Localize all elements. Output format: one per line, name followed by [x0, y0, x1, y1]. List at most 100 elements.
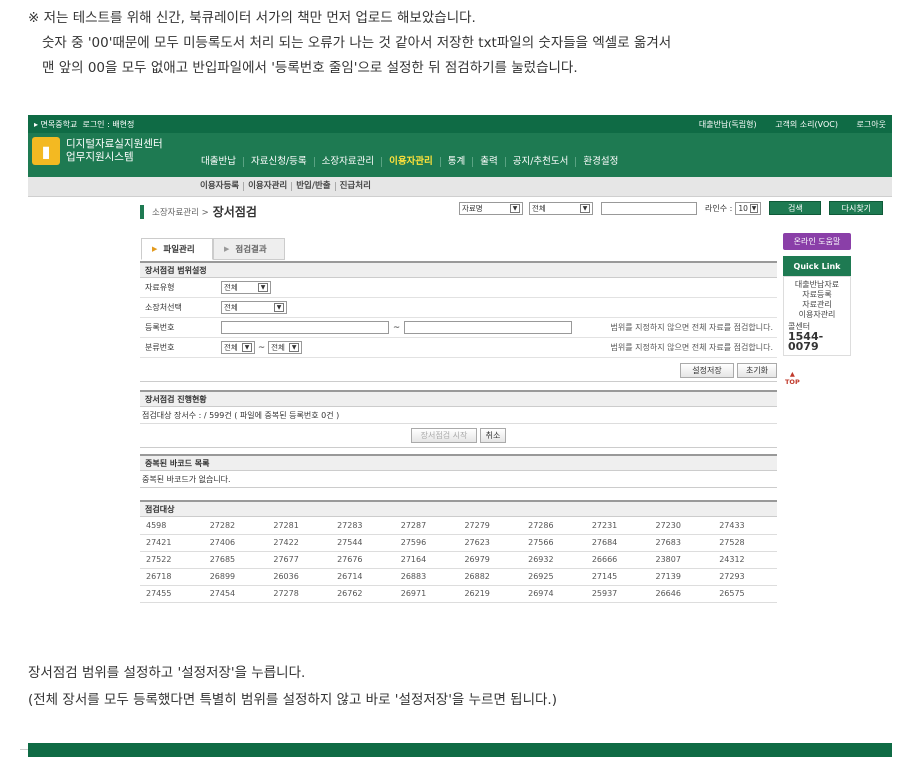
table-cell: 27596	[394, 534, 459, 552]
link-logout[interactable]: 로그아웃	[857, 120, 886, 129]
class-from-select[interactable]: 전체 ▼	[221, 341, 255, 354]
table-cell: 27279	[458, 517, 523, 535]
table-cell: 27164	[394, 551, 459, 569]
subnav-user-register[interactable]: 이용자등록	[196, 182, 245, 191]
post-instructions: 장서점검 범위를 설정하고 '설정저장'을 누릅니다. (전체 장서를 모두 등…	[28, 660, 888, 714]
sub-nav: 이용자등록 이용자관리 반입/반출 진급처리	[28, 177, 892, 197]
quick-link-users[interactable]: 이용자관리	[784, 310, 850, 320]
nav-notice[interactable]: 공지/추천도서	[506, 157, 577, 167]
table-cell: 26974	[522, 585, 586, 603]
table-cell: 27433	[713, 517, 777, 535]
search-field-select[interactable]: 자료명 ▼	[459, 201, 523, 215]
table-cell: 27544	[331, 534, 395, 552]
research-button[interactable]: 다시찾기	[829, 201, 884, 215]
book-logo-icon: ▮	[32, 137, 60, 165]
table-row: 27522 27685 27677 27676 27164 26979 26932 26666…	[140, 551, 777, 569]
class-to-select[interactable]: 전체 ▼	[268, 341, 303, 354]
search-input[interactable]	[601, 201, 697, 215]
table-cell: 27421	[140, 534, 204, 552]
nav-users[interactable]: 이용자관리	[382, 157, 441, 167]
school-name: ▸ 면목중학교	[34, 119, 78, 129]
nav-request[interactable]: 자료신청/등록	[244, 157, 315, 167]
arrow-right-icon: ▶	[152, 245, 158, 253]
subnav-user-manage[interactable]: 이용자관리	[244, 182, 293, 191]
reg-number-to[interactable]	[404, 321, 573, 334]
tab-check-result[interactable]: ▶ 점검결과	[213, 238, 285, 260]
table-cell: 26925	[522, 568, 586, 586]
call-center-number: 1544-0079	[788, 330, 824, 353]
table-cell: 26219	[458, 585, 523, 603]
table-cell: 26899	[203, 568, 268, 586]
search-button[interactable]: 검색	[769, 201, 822, 215]
table-cell: 4598	[140, 517, 204, 535]
post-bottom-line-1: 장서점검 범위를 설정하고 '설정저장'을 누릅니다.	[28, 665, 306, 681]
table-cell: 27231	[585, 517, 650, 535]
subnav-import-export[interactable]: 반입/반출	[292, 182, 336, 191]
logo-line-1: 디지털자료실지원센터	[66, 138, 163, 150]
nav-checkout[interactable]: 대출반납	[194, 157, 244, 167]
chevron-down-icon: ▼	[274, 303, 284, 312]
table-cell: 27685	[203, 551, 268, 569]
chevron-down-icon: ▼	[289, 343, 300, 352]
search-scope-select[interactable]: 전체 ▼	[529, 201, 593, 215]
reset-button[interactable]: 초기화	[737, 363, 777, 378]
lines-label: 라인수 :	[705, 203, 733, 213]
dup-header: 중복된 바코드 목록	[140, 454, 777, 471]
table-cell: 27286	[522, 517, 586, 535]
targets-header: 점검대상	[140, 500, 777, 517]
reg-number-hint: 범위를 지정하지 않으면 전체 자료를 점검합니다.	[610, 323, 773, 332]
table-cell: 26718	[140, 568, 204, 586]
quick-link-register[interactable]: 자료등록	[784, 290, 850, 300]
table-cell: 26575	[713, 585, 777, 603]
table-cell: 27684	[585, 534, 650, 552]
location-select[interactable]: 전체 ▼	[221, 301, 287, 314]
table-cell: 26646	[649, 585, 714, 603]
nav-collection[interactable]: 소장자료관리	[315, 157, 383, 167]
tab-file-manage[interactable]: ▶ 파일관리	[141, 238, 213, 260]
table-cell: 27281	[267, 517, 332, 535]
breadcrumb: 소장자료관리 >	[152, 207, 209, 218]
subnav-promotion[interactable]: 진급처리	[336, 182, 375, 191]
nav-settings[interactable]: 환경설정	[576, 157, 625, 167]
table-cell: 27278	[267, 585, 332, 603]
tab-bar: ▶ 파일관리 ▶ 점검결과	[141, 238, 285, 260]
table-cell: 27623	[458, 534, 523, 552]
table-cell: 27282	[203, 517, 268, 535]
arrow-right-icon: ▶	[224, 245, 230, 253]
table-cell: 27676	[331, 551, 395, 569]
nav-print[interactable]: 출력	[473, 157, 506, 167]
lines-select[interactable]: 10 ▼	[735, 201, 762, 215]
start-check-button[interactable]: 장서점검 시작	[411, 428, 477, 443]
quick-link-checkout[interactable]: 대출반납자료	[784, 280, 850, 290]
table-cell: 26932	[522, 551, 586, 569]
table-cell: 26666	[585, 551, 650, 569]
progress-header: 장서점검 진행현황	[140, 390, 777, 407]
top-button[interactable]: ▲ TOP	[785, 370, 800, 386]
table-cell: 27293	[713, 568, 777, 586]
main-panel: 장서점검 범위설정 자료유형 전체 ▼ 소장처선택 전체 ▼ 등록번호 ~ 범위를 …	[140, 261, 777, 603]
table-cell: 26882	[458, 568, 523, 586]
login-info: 로그인 : 배현정	[82, 119, 135, 129]
logo[interactable]: ▮ 디지털자료실지원센터 업무지원시스템	[32, 137, 163, 165]
table-cell: 27454	[203, 585, 268, 603]
chevron-down-icon: ▼	[580, 203, 590, 213]
table-cell: 27566	[522, 534, 586, 552]
search-bar: 자료명 ▼ 전체 ▼ 라인수 : 10 ▼ 검색 다시찾기	[459, 201, 884, 215]
nav-stats[interactable]: 통계	[441, 157, 474, 167]
table-row: 26718 26899 26036 26714 26883 26882 26925 27145…	[140, 568, 777, 586]
table-cell: 27230	[649, 517, 714, 535]
online-help-button[interactable]: 온라인 도움말	[783, 233, 851, 250]
material-type-select[interactable]: 전체 ▼	[221, 281, 271, 294]
next-screenshot-strip	[28, 743, 892, 757]
save-settings-button[interactable]: 설정저장	[680, 363, 734, 378]
link-checkout-standalone[interactable]: 대출반납(독립형)	[699, 120, 757, 129]
chevron-down-icon: ▼	[258, 283, 268, 292]
chevron-down-icon: ▼	[510, 203, 520, 213]
cancel-button[interactable]: 취소	[480, 428, 506, 443]
app-screenshot: ▸ 면목중학교 로그인 : 배현정 대출반납(독립형) 고객의 소리(VOC) …	[28, 115, 892, 638]
link-voc[interactable]: 고객의 소리(VOC)	[775, 120, 838, 129]
reg-number-from[interactable]	[221, 321, 389, 334]
table-cell: 26883	[394, 568, 459, 586]
quick-link-materials[interactable]: 자료관리	[784, 300, 850, 310]
chevron-down-icon: ▼	[749, 203, 759, 213]
